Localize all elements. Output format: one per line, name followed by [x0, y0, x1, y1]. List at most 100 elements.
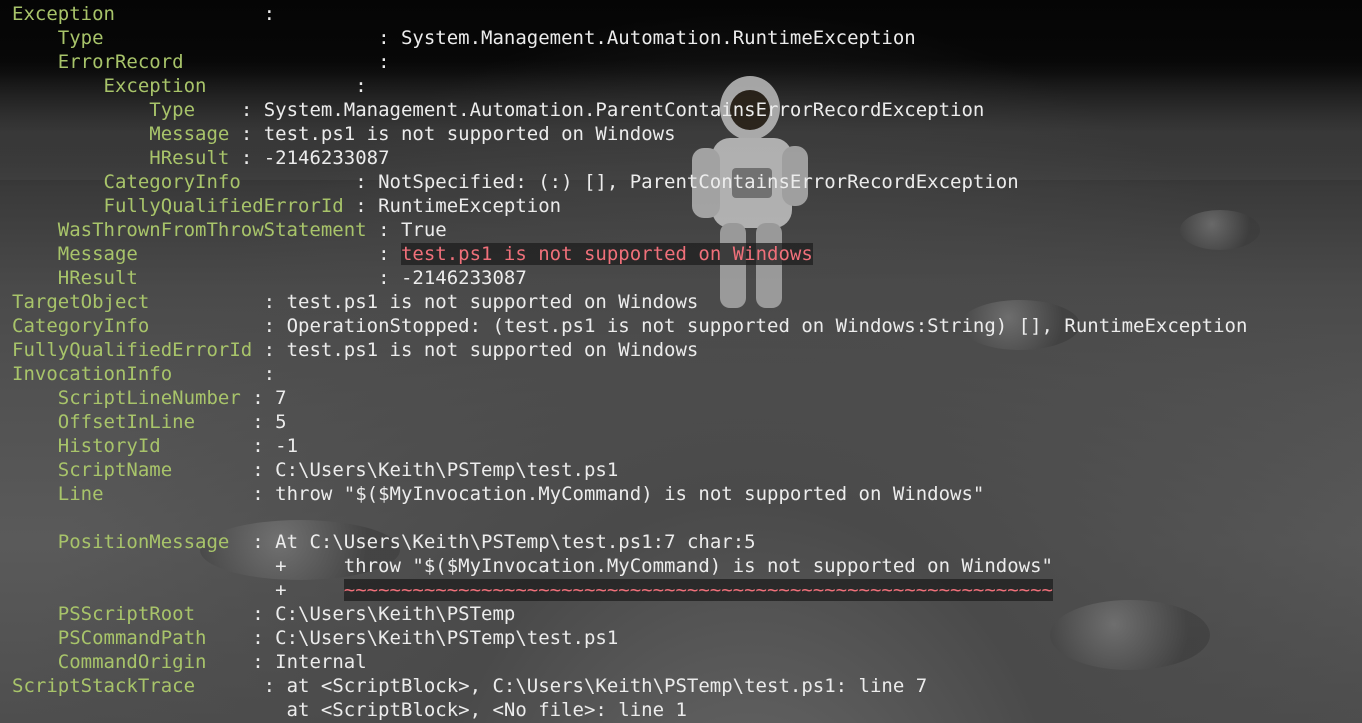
terminal-line: PSScriptRoot : C:\Users\Keith\PSTemp	[12, 602, 516, 626]
terminal-line: ScriptStackTrace : at <ScriptBlock>, C:\…	[12, 674, 927, 698]
property-value: -2146233087	[389, 267, 527, 289]
property-name: TargetObject	[12, 291, 150, 313]
property-name: ErrorRecord	[57, 51, 184, 73]
property-value: test.ps1 is not supported on Windows	[275, 291, 699, 313]
terminal-line: ScriptName : C:\Users\Keith\PSTemp\test.…	[12, 458, 619, 482]
property-separator: :	[263, 291, 276, 313]
property-name: HResult	[57, 267, 138, 289]
property-name: InvocationInfo	[12, 363, 173, 385]
terminal-line: HistoryId : -1	[12, 434, 298, 458]
terminal-line: TargetObject : test.ps1 is not supported…	[12, 290, 698, 314]
terminal-line: InvocationInfo :	[12, 362, 275, 386]
property-value: System.Management.Automation.ParentConta…	[252, 99, 985, 121]
property-name: FullyQualifiedErrorId	[103, 195, 344, 217]
terminal-line: WasThrownFromThrowStatement : True	[12, 218, 447, 242]
property-separator: :	[252, 531, 264, 553]
property-name: OffsetInLine	[57, 411, 196, 433]
property-separator: :	[378, 27, 390, 49]
property-value: -1	[263, 435, 299, 457]
terminal-line: CategoryInfo : NotSpecified: (:) [], Par…	[12, 170, 1019, 194]
property-separator: :	[378, 243, 390, 265]
terminal-line: ScriptLineNumber : 7	[12, 386, 287, 410]
terminal-line: CommandOrigin : Internal	[12, 650, 367, 674]
property-name: CommandOrigin	[57, 651, 207, 673]
property-name: Exception	[12, 3, 115, 25]
property-value: at <ScriptBlock>, C:\Users\Keith\PSTemp\…	[275, 675, 928, 697]
property-name: HResult	[149, 147, 230, 169]
terminal-line: PSCommandPath : C:\Users\Keith\PSTemp\te…	[12, 626, 619, 650]
terminal-line: Type : System.Management.Automation.Pare…	[12, 98, 984, 122]
property-separator: :	[252, 483, 264, 505]
property-separator: :	[378, 219, 390, 241]
terminal-line: FullyQualifiedErrorId : test.ps1 is not …	[12, 338, 698, 362]
property-name: Type	[149, 99, 196, 121]
property-separator: :	[252, 411, 264, 433]
property-value: C:\Users\Keith\PSTemp\test.ps1	[263, 627, 619, 649]
property-value: test.ps1 is not supported on Windows	[275, 339, 699, 361]
property-separator: :	[240, 123, 253, 145]
property-name: PositionMessage	[57, 531, 230, 553]
property-value: OperationStopped: (test.ps1 is not suppo…	[275, 315, 1248, 337]
property-value: +	[275, 579, 344, 601]
property-separator: :	[252, 651, 264, 673]
property-separator: :	[378, 267, 390, 289]
terminal-line: + ~~~~~~~~~~~~~~~~~~~~~~~~~~~~~~~~~~~~~~…	[12, 578, 1053, 602]
property-separator: :	[355, 75, 367, 97]
terminal-line: CategoryInfo : OperationStopped: (test.p…	[12, 314, 1247, 338]
property-value: throw "$($MyInvocation.MyCommand) is not…	[263, 483, 985, 505]
property-separator: :	[252, 387, 264, 409]
property-name: Message	[57, 243, 138, 265]
property-name: ScriptLineNumber	[57, 387, 241, 409]
property-value: C:\Users\Keith\PSTemp	[263, 603, 516, 625]
property-name: ScriptName	[57, 459, 173, 481]
property-name: Exception	[103, 75, 207, 97]
property-separator: :	[378, 51, 390, 73]
terminal-line: HResult : -2146233087	[12, 146, 389, 170]
property-value: RuntimeException	[366, 195, 562, 217]
terminal-line: Exception :	[12, 74, 367, 98]
terminal-line: Message : test.ps1 is not supported on W…	[12, 122, 675, 146]
property-value: at <ScriptBlock>, <No file>: line 1	[286, 699, 687, 721]
terminal-line: Line : throw "$($MyInvocation.MyCommand)…	[12, 482, 985, 506]
property-value: + throw "$($MyInvocation.MyCommand) is n…	[275, 555, 1053, 577]
property-separator: :	[263, 675, 276, 697]
terminal-line: Type : System.Management.Automation.Runt…	[12, 26, 916, 50]
property-value: 7	[263, 387, 287, 409]
property-name: Line	[57, 483, 104, 505]
property-separator: :	[263, 339, 276, 361]
terminal-line: Message : test.ps1 is not supported on W…	[12, 242, 813, 266]
property-value: C:\Users\Keith\PSTemp\test.ps1	[263, 459, 619, 481]
terminal-line: PositionMessage : At C:\Users\Keith\PSTe…	[12, 530, 756, 554]
property-separator: :	[252, 603, 264, 625]
property-name: ScriptStackTrace	[12, 675, 196, 697]
terminal-line: HResult : -2146233087	[12, 266, 527, 290]
property-name: CategoryInfo	[103, 171, 241, 193]
terminal-line: ErrorRecord :	[12, 50, 390, 74]
property-name: FullyQualifiedErrorId	[12, 339, 253, 361]
property-value: 5	[263, 411, 287, 433]
property-separator: :	[252, 627, 264, 649]
terminal-line: at <ScriptBlock>, <No file>: line 1	[12, 698, 687, 722]
property-value: True	[389, 219, 447, 241]
property-separator: :	[355, 195, 367, 217]
property-separator: :	[252, 435, 264, 457]
powershell-terminal-output: Exception : Type : System.Management.Aut…	[0, 0, 1362, 723]
